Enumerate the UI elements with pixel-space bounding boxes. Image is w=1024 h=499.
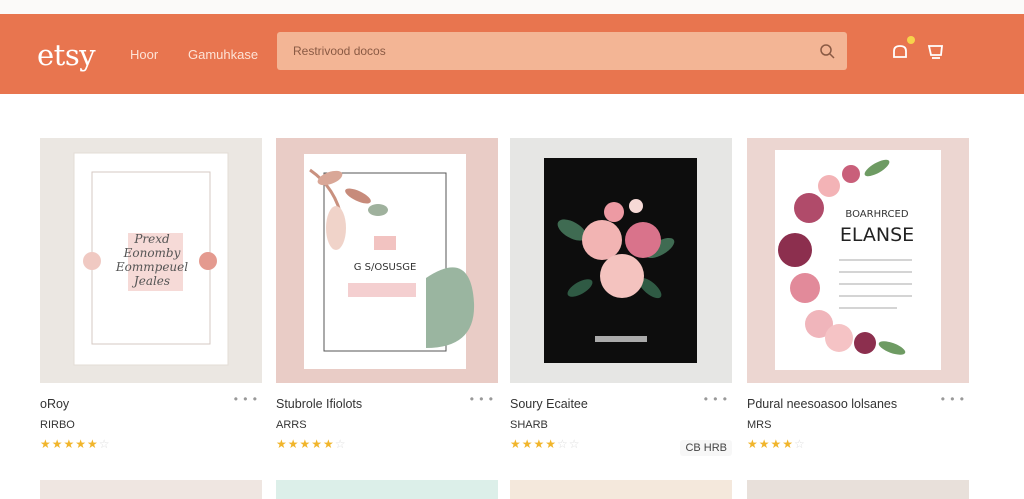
search-bar[interactable]: Restrivood docos — [277, 32, 847, 70]
product-image-partial[interactable] — [276, 480, 498, 499]
product-price: ARRS — [276, 419, 307, 431]
more-options-icon[interactable]: • • • — [941, 392, 965, 406]
product-price: RIRBO — [40, 419, 75, 431]
product-artwork — [544, 158, 697, 363]
product-card[interactable]: Prexd Eonomby Eommpeuel Jeales oRoy • • … — [40, 138, 262, 451]
product-badge: CB HRB — [680, 440, 732, 456]
etsy-logo[interactable]: etsy — [37, 38, 96, 72]
design-line: Jeales — [131, 274, 170, 288]
product-artwork: BOARHRCED ELANSE — [775, 150, 941, 370]
notifications-icon[interactable] — [890, 42, 910, 62]
product-artwork: G S/OSUSGE — [304, 154, 475, 369]
product-title[interactable]: Pdural neesoasoo lolsanes — [747, 397, 897, 411]
rating-stars: ★★★★☆☆ — [510, 437, 581, 451]
design-line: ELANSE — [840, 224, 914, 246]
design-line: G S/OSUSGE — [354, 262, 417, 273]
product-title[interactable]: Stubrole Ifiolots — [276, 397, 362, 411]
product-image[interactable] — [510, 138, 732, 383]
design-line: Eonomby — [123, 246, 181, 260]
rating-stars: ★★★★☆ — [747, 437, 806, 451]
product-image-partial[interactable] — [747, 480, 969, 499]
search-icon[interactable] — [819, 43, 835, 59]
rating-stars: ★★★★★☆ — [40, 437, 111, 451]
product-price: SHARB — [510, 419, 548, 431]
product-card[interactable]: G S/OSUSGE Stubrole Ifiolots • • • ARRS … — [276, 138, 498, 451]
more-options-icon[interactable]: • • • — [470, 392, 494, 406]
notification-dot — [907, 36, 915, 44]
rating-stars: ★★★★★☆ — [276, 437, 347, 451]
product-card[interactable]: BOARHRCED ELANSE Pdural neesoasoo lolsan… — [747, 138, 969, 451]
design-line: BOARHRCED — [845, 209, 908, 220]
browser-top-strip — [0, 0, 1024, 15]
design-line: Prexd — [133, 232, 170, 246]
cart-icon[interactable] — [926, 42, 946, 62]
product-image-partial[interactable] — [510, 480, 732, 499]
product-artwork: Prexd Eonomby Eommpeuel Jeales — [73, 152, 229, 366]
product-image[interactable]: G S/OSUSGE — [276, 138, 498, 383]
more-options-icon[interactable]: • • • — [704, 392, 728, 406]
product-title[interactable]: Soury Ecaitee — [510, 397, 588, 411]
site-header: etsy Hoor Gamuhkase Restrivood docos — [0, 14, 1024, 94]
product-card[interactable]: Soury Ecaitee • • • SHARB ★★★★☆☆ CB HRB — [510, 138, 732, 456]
product-image[interactable]: Prexd Eonomby Eommpeuel Jeales — [40, 138, 262, 383]
product-image-partial[interactable] — [40, 480, 262, 499]
design-line: Eommpeuel — [115, 260, 188, 274]
product-title[interactable]: oRoy — [40, 397, 69, 411]
nav-link-categories[interactable]: Gamuhkase — [188, 47, 258, 62]
product-price: MRS — [747, 419, 772, 431]
nav-link-home[interactable]: Hoor — [130, 47, 158, 62]
search-input[interactable]: Restrivood docos — [293, 44, 386, 58]
product-image[interactable]: BOARHRCED ELANSE — [747, 138, 969, 383]
more-options-icon[interactable]: • • • — [234, 392, 258, 406]
